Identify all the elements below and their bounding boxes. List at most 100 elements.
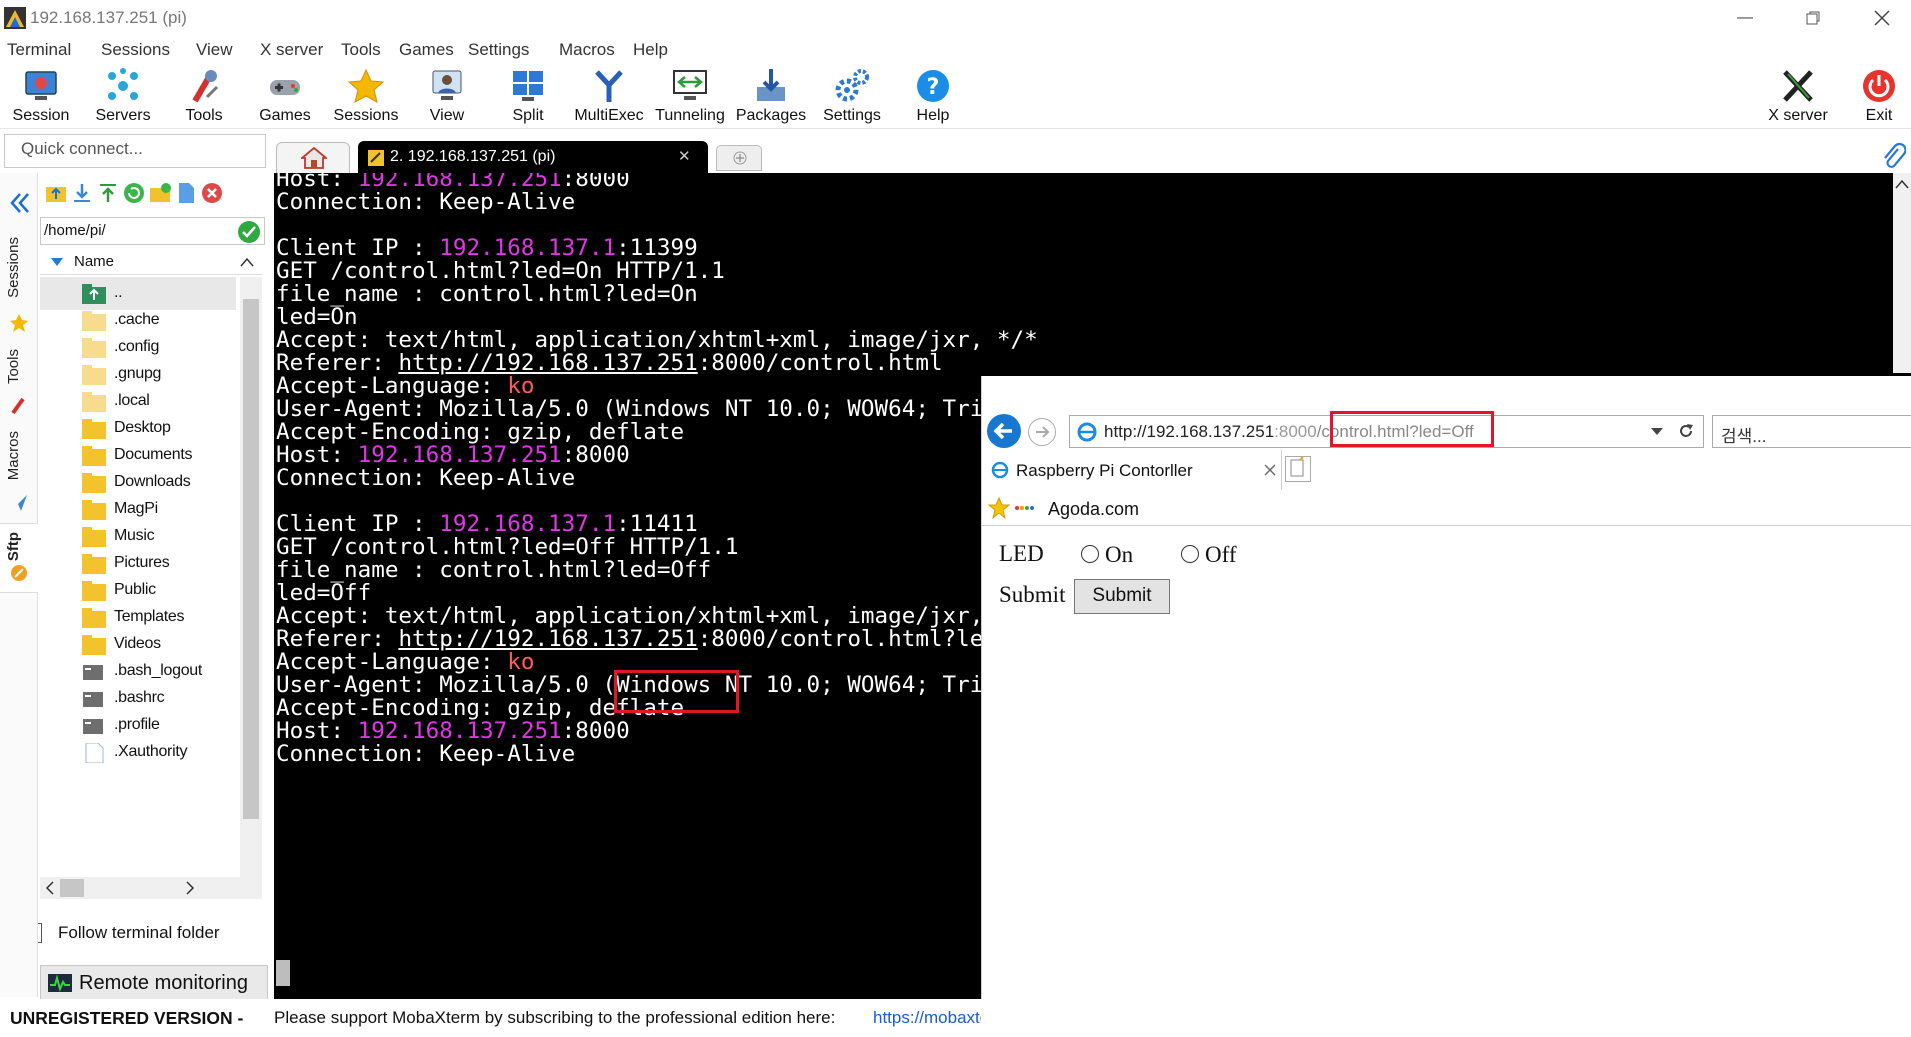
close-tab-icon[interactable]: ✕ <box>678 147 691 165</box>
file-name: .cache <box>114 311 160 328</box>
x-server-button[interactable]: X server <box>1758 65 1838 127</box>
new-tab-button[interactable] <box>716 145 762 171</box>
menu-sessions[interactable]: Sessions <box>101 40 170 60</box>
tab-session[interactable]: 2. 192.168.137.251 (pi) ✕ <box>358 141 708 173</box>
support-link[interactable]: https://mobaxterm.mobatek.net <box>873 1008 981 1028</box>
menu-games[interactable]: Games <box>399 40 454 60</box>
folder-icon <box>82 554 108 574</box>
mobaxterm-logo-icon <box>4 7 26 29</box>
scroll-up-icon[interactable] <box>240 257 254 267</box>
terminal-text: Connection: Keep-Alive <box>276 465 576 491</box>
ie-logo-icon <box>1077 422 1097 442</box>
file-name: .bash_logout <box>114 662 203 679</box>
multiexec-button[interactable]: MultiExec <box>569 65 649 127</box>
sftp-scrollbar-thumb[interactable] <box>243 299 259 819</box>
file-name: Public <box>114 581 156 598</box>
scroll-right-icon[interactable] <box>184 881 196 895</box>
sessions-button[interactable]: Sessions <box>326 65 406 127</box>
close-window-button[interactable] <box>1853 0 1911 36</box>
gamepad-icon <box>270 80 300 95</box>
x-server-icon <box>1783 70 1813 102</box>
sftp-file-row[interactable]: .Xauthority <box>40 736 236 769</box>
browser-tab[interactable]: Raspberry Pi Contorller <box>982 450 1282 490</box>
browser-search-input[interactable]: 검색... <box>1712 415 1911 448</box>
file-icon <box>82 716 108 736</box>
close-tab-icon[interactable] <box>1264 464 1276 476</box>
folder-icon <box>82 311 108 331</box>
sftp-file-list: Name .. .cache .config .gnupg .local Desktop D… <box>40 249 262 891</box>
file-icon <box>82 742 108 764</box>
attach-icon[interactable] <box>1880 141 1906 171</box>
home-tab[interactable] <box>276 142 350 173</box>
download-icon[interactable] <box>70 181 94 205</box>
file-name: Documents <box>114 446 193 463</box>
main-toolbar: Session Servers Tools Games Sessions Vie… <box>0 63 1911 129</box>
servers-button[interactable]: Servers <box>83 65 163 127</box>
menu-x-server[interactable]: X server <box>260 40 323 60</box>
new-tab-icon <box>1290 456 1304 477</box>
folder-icon <box>82 419 108 439</box>
terminal-scrollbar[interactable] <box>1893 173 1911 373</box>
radio-off[interactable] <box>1181 545 1199 563</box>
favorite-agoda[interactable]: Agoda.com <box>1048 499 1139 520</box>
minimize-button[interactable]: ― <box>1716 0 1774 36</box>
packages-button[interactable]: Packages <box>731 65 811 127</box>
tools-button[interactable]: Tools <box>164 65 244 127</box>
remote-monitoring-button[interactable]: Remote monitoring <box>40 965 268 1003</box>
menu-help[interactable]: Help <box>633 40 668 60</box>
games-button[interactable]: Games <box>245 65 325 127</box>
horizontal-scroll-thumb[interactable] <box>60 879 84 897</box>
side-tab-tools[interactable]: Tools <box>5 349 22 384</box>
session-button[interactable]: Session <box>1 65 81 127</box>
path-ok-icon[interactable] <box>238 221 260 243</box>
follow-terminal-folder-checkbox[interactable]: Follow terminal folder <box>38 921 272 947</box>
submit-button[interactable]: Submit <box>1074 579 1170 614</box>
refresh-icon[interactable] <box>1676 421 1696 441</box>
dropdown-arrow-icon[interactable] <box>1650 427 1664 437</box>
file-name: .bashrc <box>114 689 165 706</box>
upload-icon[interactable] <box>96 181 120 205</box>
menu-macros[interactable]: Macros <box>559 40 615 60</box>
name-column-header[interactable]: Name <box>40 249 262 275</box>
back-button[interactable] <box>987 414 1021 448</box>
menu-settings[interactable]: Settings <box>468 40 529 60</box>
side-tab-sessions[interactable]: Sessions <box>5 237 22 298</box>
help-button[interactable]: ? Help <box>893 65 973 127</box>
file-name: .gnupg <box>114 365 162 382</box>
scroll-up-icon[interactable] <box>1895 179 1909 189</box>
new-file-icon[interactable] <box>174 181 198 205</box>
folder-icon <box>82 446 108 466</box>
terminal-line: Connection: Keep-Alive <box>276 740 575 768</box>
scroll-left-icon[interactable] <box>44 881 56 895</box>
parent-folder-icon[interactable] <box>44 181 68 205</box>
restore-button[interactable] <box>1784 0 1842 36</box>
file-name: .local <box>114 392 150 409</box>
forward-button[interactable] <box>1028 418 1056 446</box>
split-button[interactable]: Split <box>488 65 568 127</box>
side-tab-macros[interactable]: Macros <box>5 431 22 480</box>
page-content: LED On Off Submit Submit <box>982 527 1911 999</box>
refresh-icon[interactable] <box>122 181 146 205</box>
new-browser-tab-button[interactable] <box>1285 456 1311 482</box>
view-button[interactable]: View <box>407 65 487 127</box>
exit-button[interactable]: Exit <box>1839 65 1911 127</box>
menu-bar: Terminal Sessions View X server Tools Ga… <box>0 36 1911 63</box>
collapse-panel-icon[interactable] <box>8 191 32 215</box>
radio-on[interactable] <box>1081 545 1099 563</box>
tunneling-button[interactable]: Tunneling <box>650 65 730 127</box>
monitoring-icon <box>48 974 72 993</box>
delete-icon[interactable] <box>200 181 224 205</box>
support-message: Please support MobaXterm by subscribing … <box>274 1008 836 1027</box>
sftp-path-input[interactable]: /home/pi/ <box>40 217 265 245</box>
menu-terminal[interactable]: Terminal <box>7 40 71 60</box>
new-folder-icon[interactable] <box>148 181 172 205</box>
agoda-icon <box>1015 506 1034 510</box>
session-monitor-icon <box>25 71 57 100</box>
sftp-panel: /home/pi/ Name .. .cache .config .gnupg .loc… <box>38 173 272 1003</box>
settings-button[interactable]: Settings <box>812 65 892 127</box>
menu-tools[interactable]: Tools <box>341 40 381 60</box>
sftp-horizontal-scrollbar[interactable] <box>40 877 262 899</box>
favorites-star-icon[interactable] <box>988 497 1010 519</box>
menu-view[interactable]: View <box>196 40 233 60</box>
quick-connect-input[interactable]: Quick connect... <box>4 134 266 168</box>
